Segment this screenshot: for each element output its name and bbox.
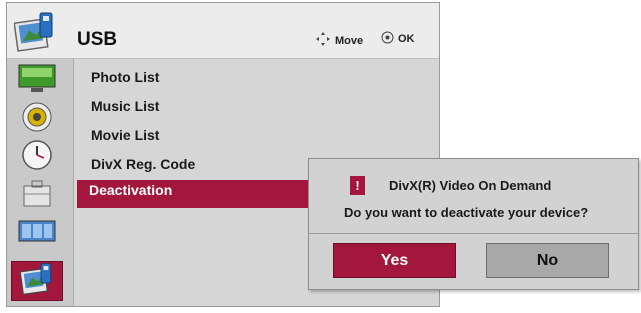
menu-item-divx-reg-code[interactable]: DivX Reg. Code xyxy=(91,156,195,172)
menu-item-deactivation[interactable]: Deactivation xyxy=(77,180,311,208)
ok-hint: OK xyxy=(381,31,415,47)
category-sidebar xyxy=(7,59,74,306)
menu-item-music-list[interactable]: Music List xyxy=(91,98,159,114)
no-button[interactable]: No xyxy=(486,243,609,278)
ok-circle-icon xyxy=(381,31,394,47)
move-hint-label: Move xyxy=(335,34,364,47)
photo-usb-icon xyxy=(13,11,56,53)
tv-picture-icon xyxy=(18,64,56,99)
sidebar-item-option[interactable] xyxy=(15,179,59,211)
menu-header: USB Move OK xyxy=(7,3,439,59)
photo-usb-icon xyxy=(19,262,54,301)
menu-item-movie-list[interactable]: Movie List xyxy=(91,127,159,143)
deactivation-dialog: ! DivX(R) Video On Demand Do you want to… xyxy=(308,158,639,290)
sidebar-item-time[interactable] xyxy=(15,139,59,176)
sidebar-item-usb[interactable] xyxy=(11,261,63,301)
warning-icon: ! xyxy=(350,176,365,195)
sidebar-item-input[interactable] xyxy=(15,217,59,249)
menu-item-photo-list[interactable]: Photo List xyxy=(91,69,159,85)
ok-hint-label: OK xyxy=(398,33,415,45)
dialog-question: Do you want to deactivate your device? xyxy=(344,205,589,220)
clock-time-icon xyxy=(21,139,53,176)
yes-button[interactable]: Yes xyxy=(333,243,456,278)
dpad-arrows-icon xyxy=(315,31,331,50)
page-title: USB xyxy=(77,29,118,50)
dialog-divider xyxy=(309,233,638,234)
dialog-title: DivX(R) Video On Demand xyxy=(389,178,552,193)
move-hint: Move xyxy=(315,31,363,50)
sidebar-item-picture[interactable] xyxy=(15,64,59,99)
toolbox-option-icon xyxy=(21,177,53,214)
sidebar-item-audio[interactable] xyxy=(15,101,59,138)
speaker-audio-icon xyxy=(21,101,53,138)
input-screens-icon xyxy=(18,219,56,248)
